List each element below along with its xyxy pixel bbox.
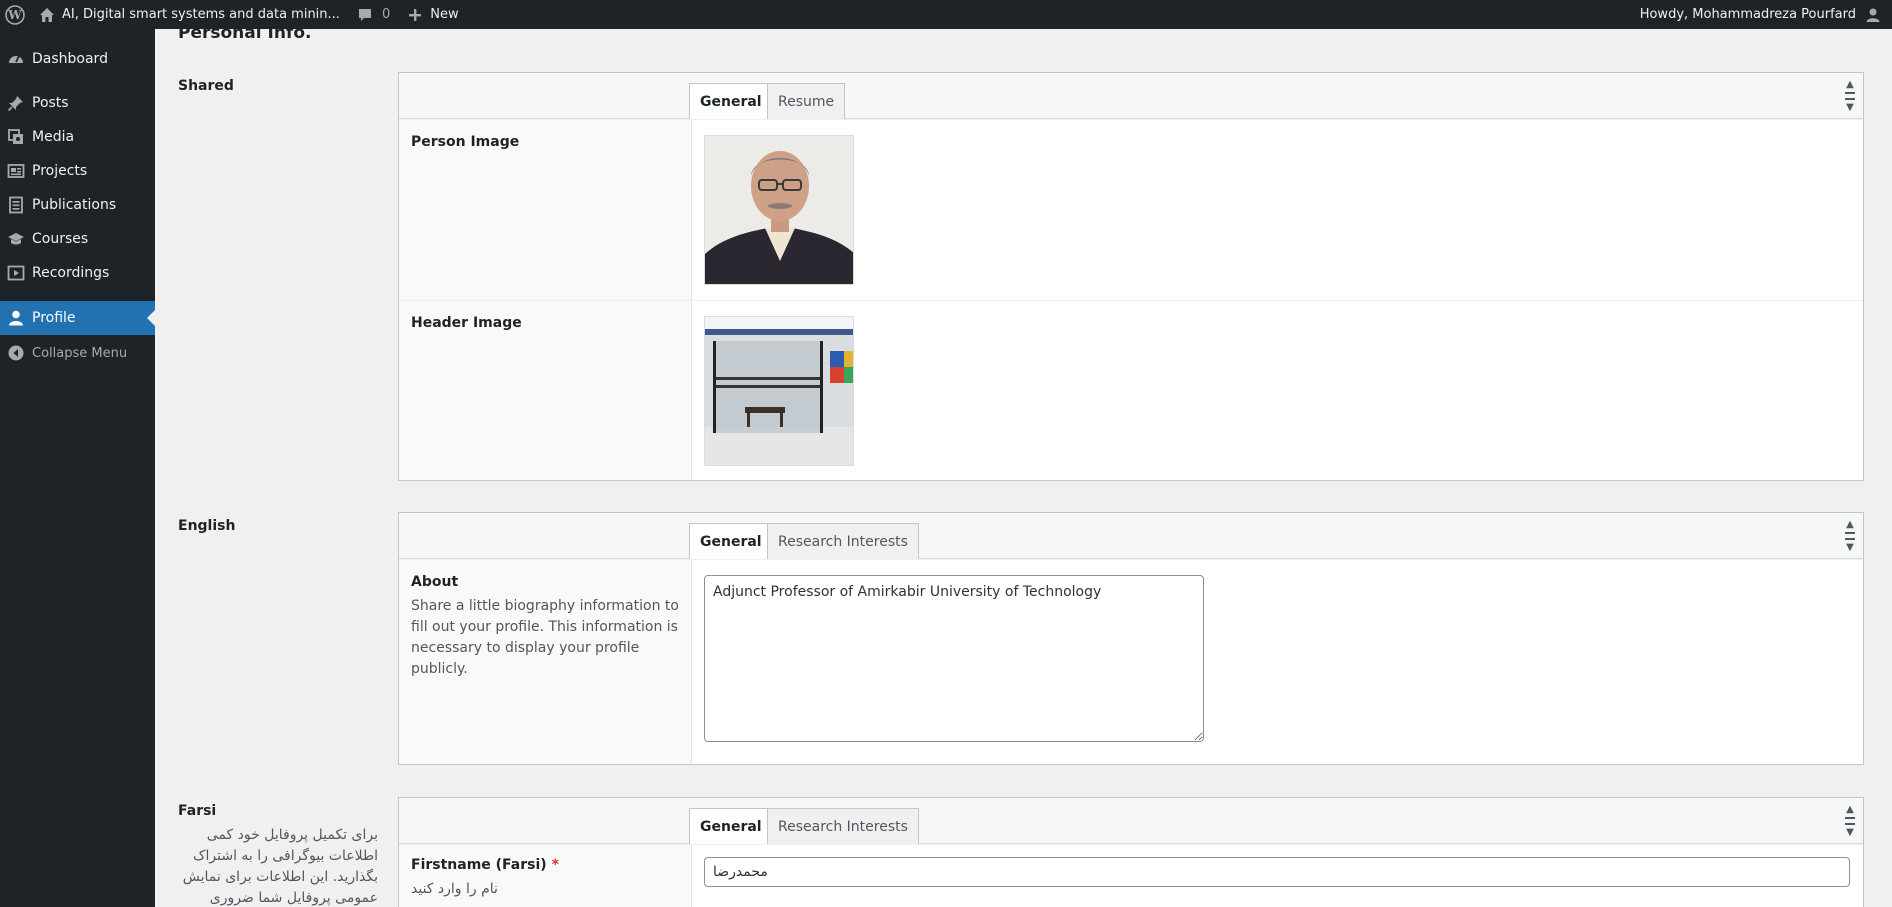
sort-handle[interactable]: ▲ ▼ (1845, 804, 1855, 838)
admin-sidebar: Dashboard Posts Media Projects Publicati… (0, 29, 155, 907)
video-icon (0, 264, 32, 282)
shared-tabs: General Resume ▲ ▼ (399, 73, 1863, 120)
sidebar-item-label: Posts (32, 95, 69, 111)
sidebar-item-label: Media (32, 129, 75, 145)
graduation-cap-icon (0, 230, 32, 248)
user-avatar-icon (1864, 6, 1882, 24)
sidebar-item-label: Courses (32, 231, 89, 247)
arrow-up-icon: ▲ (1846, 804, 1854, 815)
sidebar-item-projects[interactable]: Projects (0, 154, 155, 188)
header-image-row: Header Image (399, 300, 1863, 480)
portfolio-icon (0, 162, 32, 180)
person-image-row: Person Image (399, 119, 1863, 300)
sidebar-item-posts[interactable]: Posts (0, 86, 155, 120)
about-textarea[interactable]: Adjunct Professor of Amirkabir Universit… (704, 575, 1204, 742)
tab-general[interactable]: General (689, 523, 773, 560)
new-content-link[interactable]: New (398, 0, 466, 29)
farsi-section-label: Farsi (178, 803, 217, 819)
firstname-farsi-description: نام را وارد کنید (411, 881, 498, 897)
about-row: About Share a little biography informati… (399, 559, 1863, 764)
firstname-farsi-label-text: Firstname (Farsi) (411, 857, 547, 873)
media-icon (0, 128, 32, 146)
tab-general[interactable]: General (689, 808, 773, 845)
sidebar-item-publications[interactable]: Publications (0, 188, 155, 222)
sidebar-item-media[interactable]: Media (0, 120, 155, 154)
main-content: Personal Info. Shared General Resume ▲ ▼… (155, 23, 1892, 907)
page-section-heading: Personal Info. (178, 23, 312, 43)
english-section-label: English (178, 518, 236, 534)
tab-research-interests[interactable]: Research Interests (767, 523, 919, 559)
comments-link[interactable]: 0 (348, 0, 398, 29)
firstname-farsi-row: Firstname (Farsi) * نام را وارد کنید (399, 844, 1863, 907)
plus-icon (406, 6, 424, 24)
tab-general[interactable]: General (689, 83, 773, 120)
site-title: AI, Digital smart systems and data minin… (62, 7, 340, 22)
sidebar-item-label: Dashboard (32, 51, 108, 67)
sidebar-item-dashboard[interactable]: Dashboard (0, 42, 155, 76)
wordpress-logo-icon[interactable]: W (0, 0, 30, 29)
arrow-down-icon: ▼ (1846, 102, 1854, 113)
sidebar-item-profile[interactable]: Profile (0, 301, 155, 335)
english-fields-box: General Research Interests ▲ ▼ About Sha… (398, 512, 1864, 765)
about-description: Share a little biography information to … (411, 598, 679, 677)
shared-section-label: Shared (178, 78, 234, 94)
header-image-label: Header Image (411, 315, 522, 331)
sidebar-item-label: Publications (32, 197, 117, 213)
firstname-farsi-input[interactable] (704, 857, 1850, 887)
my-account-link[interactable]: Howdy, Mohammadreza Pourfard (1632, 0, 1892, 29)
about-label: About (411, 574, 459, 590)
arrow-down-icon: ▼ (1846, 542, 1854, 553)
document-icon (0, 196, 32, 214)
arrow-down-icon: ▼ (1846, 827, 1854, 838)
collapse-icon (0, 345, 32, 361)
sort-handle[interactable]: ▲ ▼ (1845, 519, 1855, 553)
header-image-thumbnail[interactable] (704, 316, 854, 466)
svg-text:W: W (7, 8, 22, 22)
sidebar-item-label: Profile (32, 310, 76, 326)
sidebar-item-label: Collapse Menu (32, 345, 128, 361)
english-tabs: General Research Interests ▲ ▼ (399, 513, 1863, 560)
tab-resume[interactable]: Resume (767, 83, 846, 119)
home-icon (38, 6, 56, 24)
dashboard-icon (0, 50, 32, 68)
collapse-menu-button[interactable]: Collapse Menu (0, 336, 155, 370)
user-icon (0, 309, 32, 327)
sidebar-item-recordings[interactable]: Recordings (0, 256, 155, 290)
arrow-up-icon: ▲ (1846, 519, 1854, 530)
pin-icon (0, 94, 32, 112)
tab-research-interests[interactable]: Research Interests (767, 808, 919, 844)
sidebar-item-courses[interactable]: Courses (0, 222, 155, 256)
farsi-fields-box: General Research Interests ▲ ▼ Firstname… (398, 797, 1864, 907)
sidebar-item-label: Projects (32, 163, 88, 179)
new-label: New (430, 7, 459, 22)
shared-fields-box: General Resume ▲ ▼ Person Image Header I… (398, 72, 1864, 481)
farsi-tabs: General Research Interests ▲ ▼ (399, 798, 1863, 845)
sort-handle[interactable]: ▲ ▼ (1845, 79, 1855, 113)
person-image-label: Person Image (411, 134, 520, 150)
farsi-section-description: برای تکمیل پروفایل خود کمی اطلاعات بیوگر… (182, 827, 378, 906)
required-mark: * (551, 857, 559, 873)
person-image-thumbnail[interactable] (704, 135, 854, 285)
greeting-text: Howdy, Mohammadreza Pourfard (1639, 7, 1856, 22)
comments-count: 0 (381, 7, 391, 22)
comment-bubble-icon (356, 6, 374, 24)
arrow-up-icon: ▲ (1846, 79, 1854, 90)
firstname-farsi-label: Firstname (Farsi) * (411, 857, 679, 873)
sidebar-item-label: Recordings (32, 265, 110, 281)
